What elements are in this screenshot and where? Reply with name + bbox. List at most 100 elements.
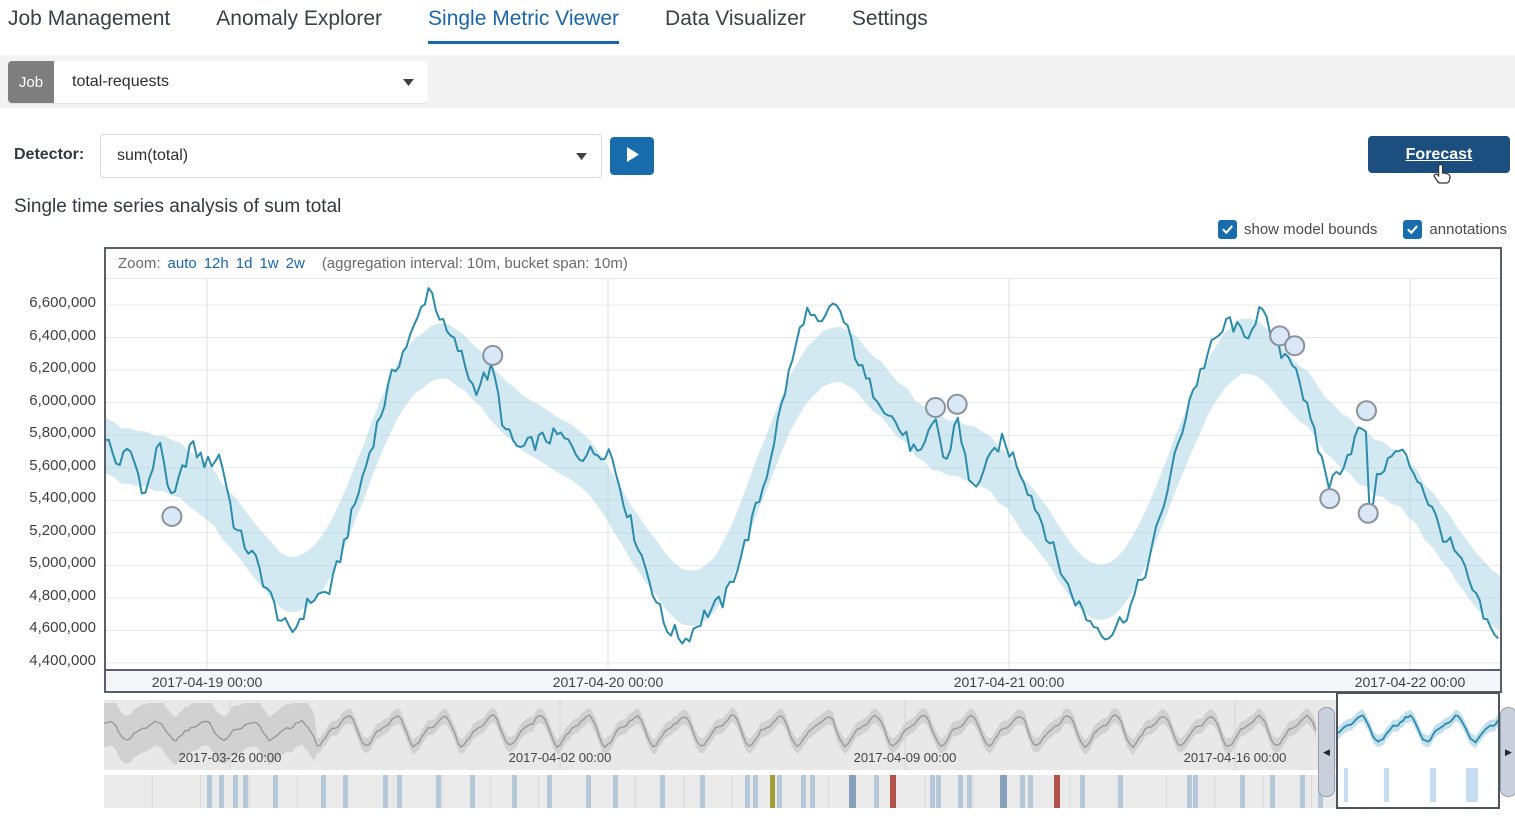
y-tick-label: 6,400,000 bbox=[0, 327, 96, 344]
swimlane-cell bbox=[770, 775, 775, 808]
anomaly-marker[interactable] bbox=[162, 507, 181, 526]
x-tick-label: 2017-04-19 00:00 bbox=[152, 674, 263, 690]
swimlane-cell-selected bbox=[1384, 768, 1389, 802]
brush-left-handle[interactable]: ◀ bbox=[1318, 707, 1335, 797]
swimlane-cell bbox=[1080, 775, 1085, 808]
brush-right-handle[interactable]: ▶ bbox=[1500, 707, 1515, 797]
swimlane-cell bbox=[930, 775, 935, 808]
job-selector-row: Job total-requests bbox=[0, 55, 1515, 108]
tab-single-metric-viewer[interactable]: Single Metric Viewer bbox=[428, 0, 619, 44]
swimlane-cell bbox=[219, 775, 224, 808]
y-tick-label: 5,800,000 bbox=[0, 424, 96, 441]
swimlane-cell bbox=[397, 775, 402, 808]
chevron-down-icon bbox=[403, 73, 414, 91]
swimlane-cell bbox=[874, 775, 879, 808]
swimlane-cell bbox=[233, 775, 238, 808]
anomaly-marker[interactable] bbox=[1359, 504, 1378, 523]
swimlane-cell bbox=[1270, 775, 1275, 808]
swimlane-cell bbox=[1000, 775, 1007, 808]
swimlane-cell bbox=[890, 775, 896, 808]
annotations-label: annotations bbox=[1429, 221, 1507, 238]
swimlane-cell bbox=[777, 775, 782, 808]
anomaly-marker[interactable] bbox=[926, 398, 945, 417]
checkbox-checked-icon[interactable] bbox=[1218, 220, 1237, 239]
y-tick-label: 5,400,000 bbox=[0, 489, 96, 506]
y-tick-label: 4,400,000 bbox=[0, 652, 96, 669]
page-title: Single time series analysis of sum total bbox=[14, 196, 341, 218]
anomaly-marker[interactable] bbox=[1357, 401, 1376, 420]
x-axis: 2017-04-19 00:002017-04-20 00:002017-04-… bbox=[106, 669, 1500, 691]
zoom-option-1d[interactable]: 1d bbox=[236, 255, 253, 272]
swimlane-cell bbox=[436, 775, 441, 808]
play-icon bbox=[626, 147, 639, 165]
tab-data-visualizer[interactable]: Data Visualizer bbox=[665, 0, 806, 41]
y-tick-label: 5,200,000 bbox=[0, 522, 96, 539]
y-tick-label: 4,600,000 bbox=[0, 619, 96, 636]
swimlane-cell bbox=[1193, 775, 1198, 808]
chart-toggles: show model bounds annotations bbox=[1218, 220, 1507, 239]
context-chart-container[interactable]: 2017-03-26 00:00 2017-04-02 00:00 2017-04-… bbox=[104, 700, 1338, 770]
job-badge: Job bbox=[8, 61, 54, 103]
zoom-option-auto[interactable]: auto bbox=[168, 255, 197, 272]
play-button[interactable] bbox=[610, 137, 654, 175]
swimlane-cell bbox=[512, 775, 517, 808]
context-tick-label: 2017-04-02 00:00 bbox=[509, 750, 612, 765]
aggregation-note: (aggregation interval: 10m, bucket span:… bbox=[322, 255, 628, 272]
context-tick-label: 2017-03-26 00:00 bbox=[179, 750, 282, 765]
model-bounds-band bbox=[106, 319, 1500, 632]
y-tick-label: 5,600,000 bbox=[0, 457, 96, 474]
context-brush-selection[interactable] bbox=[1336, 692, 1500, 809]
single-metric-viewer-page: Job Management Anomaly Explorer Single M… bbox=[0, 0, 1515, 822]
swimlane-cell bbox=[613, 775, 618, 808]
swimlane-cell-selected bbox=[1344, 768, 1348, 802]
swimlane-cell bbox=[1118, 775, 1123, 808]
zoom-option-12h[interactable]: 12h bbox=[204, 255, 229, 272]
swimlane-cell-selected bbox=[1430, 768, 1436, 802]
swimlane-cell bbox=[243, 775, 248, 808]
checkbox-checked-icon[interactable] bbox=[1403, 220, 1422, 239]
tab-anomaly-explorer[interactable]: Anomaly Explorer bbox=[216, 0, 382, 41]
swimlane-cell bbox=[753, 775, 758, 808]
job-selector: Job total-requests bbox=[8, 61, 428, 103]
swimlane-cell bbox=[470, 775, 475, 808]
zoom-option-1w[interactable]: 1w bbox=[259, 255, 278, 272]
swimlane-cell bbox=[967, 775, 972, 808]
x-tick-label: 2017-04-21 00:00 bbox=[954, 674, 1065, 690]
context-tick-label: 2017-04-09 00:00 bbox=[854, 750, 957, 765]
job-select[interactable]: total-requests bbox=[54, 61, 428, 103]
tab-job-management[interactable]: Job Management bbox=[8, 0, 170, 41]
swimlane-cell bbox=[343, 775, 348, 808]
brush-selected-swimlane bbox=[1338, 768, 1498, 802]
anomaly-marker[interactable] bbox=[1285, 336, 1304, 355]
show-model-bounds-toggle[interactable]: show model bounds bbox=[1218, 220, 1377, 239]
chevron-down-icon bbox=[576, 147, 587, 165]
swimlane-cell bbox=[207, 775, 212, 808]
x-tick-label: 2017-04-22 00:00 bbox=[1355, 674, 1466, 690]
swimlane-cell bbox=[936, 775, 941, 808]
context-chart-plot[interactable] bbox=[104, 700, 1338, 770]
anomaly-marker[interactable] bbox=[483, 346, 502, 365]
triangle-right-icon: ▶ bbox=[1505, 747, 1512, 758]
swimlane-container[interactable] bbox=[104, 775, 1338, 808]
show-model-bounds-label: show model bounds bbox=[1244, 221, 1377, 238]
anomaly-marker[interactable] bbox=[948, 395, 967, 414]
swimlane-cell bbox=[383, 775, 388, 808]
context-bounds-band bbox=[104, 703, 1316, 765]
swimlane-cell bbox=[700, 775, 705, 808]
zoom-option-2w[interactable]: 2w bbox=[286, 255, 305, 272]
triangle-left-icon: ◀ bbox=[1323, 747, 1330, 758]
focus-chart-plot[interactable] bbox=[106, 279, 1500, 669]
swimlane-cell bbox=[810, 775, 815, 808]
swimlane-cell bbox=[1187, 775, 1192, 808]
detector-select[interactable]: sum(total) bbox=[100, 134, 602, 178]
annotations-toggle[interactable]: annotations bbox=[1403, 220, 1507, 239]
anomaly-marker[interactable] bbox=[1320, 489, 1339, 508]
tab-settings[interactable]: Settings bbox=[852, 0, 928, 41]
swimlane-cell bbox=[745, 775, 750, 808]
swimlane-cell bbox=[1300, 775, 1305, 808]
top-navigation: Job Management Anomaly Explorer Single M… bbox=[0, 0, 1515, 50]
job-select-value: total-requests bbox=[72, 73, 169, 91]
swimlane[interactable] bbox=[104, 775, 1338, 808]
detector-select-value: sum(total) bbox=[117, 147, 188, 165]
detector-label: Detector: bbox=[14, 146, 84, 164]
